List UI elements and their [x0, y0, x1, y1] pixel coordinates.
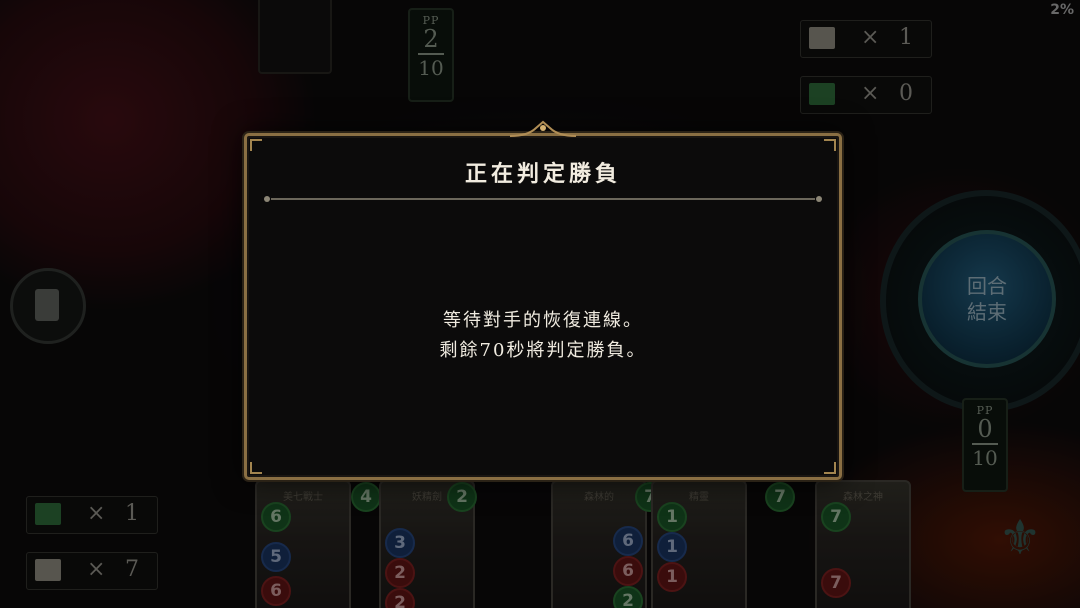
ornament-icon [509, 120, 577, 137]
title-divider [264, 196, 822, 202]
message-line-2: 剩餘70秒將判定勝負。 [439, 340, 647, 361]
dialog-title: 正在判定勝負 [464, 161, 621, 187]
corner-ornament [824, 462, 836, 474]
corner-ornament [824, 139, 836, 151]
judgement-dialog: 正在判定勝負 等待對手的恢復連線。 剩餘70秒將判定勝負。 [244, 120, 842, 480]
corner-ornament [250, 462, 262, 474]
message-line-1: 等待對手的恢復連線。 [443, 310, 643, 331]
corner-ornament [250, 139, 262, 151]
dialog-message: 等待對手的恢復連線。 剩餘70秒將判定勝負。 [247, 306, 839, 366]
